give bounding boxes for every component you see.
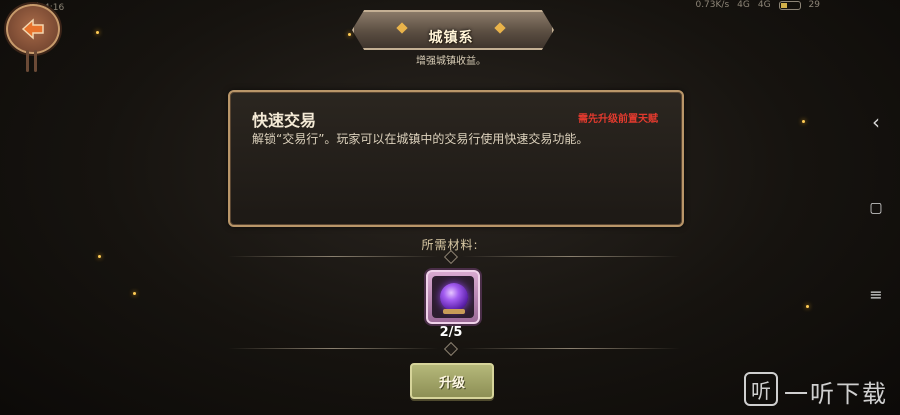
divider-bottom-left	[228, 348, 438, 349]
back-button[interactable]	[6, 4, 60, 54]
status-indicators: 0.73K/s 4G 4G 29	[695, 0, 820, 10]
talent-card: 快速交易 需先升级前置天赋 解锁“交易行”。玩家可以在城镇中的交易行使用快速交易…	[228, 90, 684, 227]
divider-ornament-icon	[443, 341, 459, 357]
system-nav-bar: ‹ ▢ ≡	[852, 0, 900, 415]
watermark-logo-icon: 听	[744, 372, 778, 406]
ember-particle	[96, 31, 99, 34]
category-banner: 城镇系	[352, 10, 554, 50]
signal-label-2: 4G	[757, 0, 771, 10]
talent-title: 快速交易	[252, 111, 317, 130]
ember-particle	[98, 255, 101, 258]
ember-particle	[802, 120, 805, 123]
orb-stand	[443, 309, 465, 314]
divider-top-left	[228, 256, 438, 257]
talent-description: 解锁“交易行”。玩家可以在城镇中的交易行使用快速交易功能。	[252, 132, 589, 146]
back-arrow-icon	[21, 18, 44, 40]
nav-menu-button[interactable]: ≡	[852, 280, 900, 308]
nav-home-button[interactable]: ▢	[852, 194, 900, 222]
signal-label-1: 4G	[737, 0, 750, 10]
category-title: 城镇系	[428, 30, 474, 46]
battery-level: 29	[808, 0, 820, 10]
watermark-text: 一听下载	[784, 380, 888, 408]
battery-icon	[778, 0, 801, 10]
divider-bottom-right	[462, 348, 680, 349]
category-subtitle: 增强城镇收益。	[416, 56, 486, 67]
nav-back-button[interactable]: ‹	[852, 108, 900, 136]
upgrade-button[interactable]: 升级	[410, 363, 494, 399]
back-button-legs	[24, 50, 40, 76]
watermark: 听 一听下载	[744, 368, 894, 408]
network-speed: 0.73K/s	[695, 0, 730, 10]
prerequisite-warning: 需先升级前置天赋	[578, 114, 658, 125]
ember-particle	[348, 33, 351, 36]
divider-top-right	[462, 256, 680, 257]
material-count: 2/5	[439, 325, 463, 340]
purple-orb-icon	[440, 283, 468, 311]
ember-particle	[806, 305, 809, 308]
ember-particle	[133, 292, 136, 295]
material-slot[interactable]	[426, 270, 480, 324]
